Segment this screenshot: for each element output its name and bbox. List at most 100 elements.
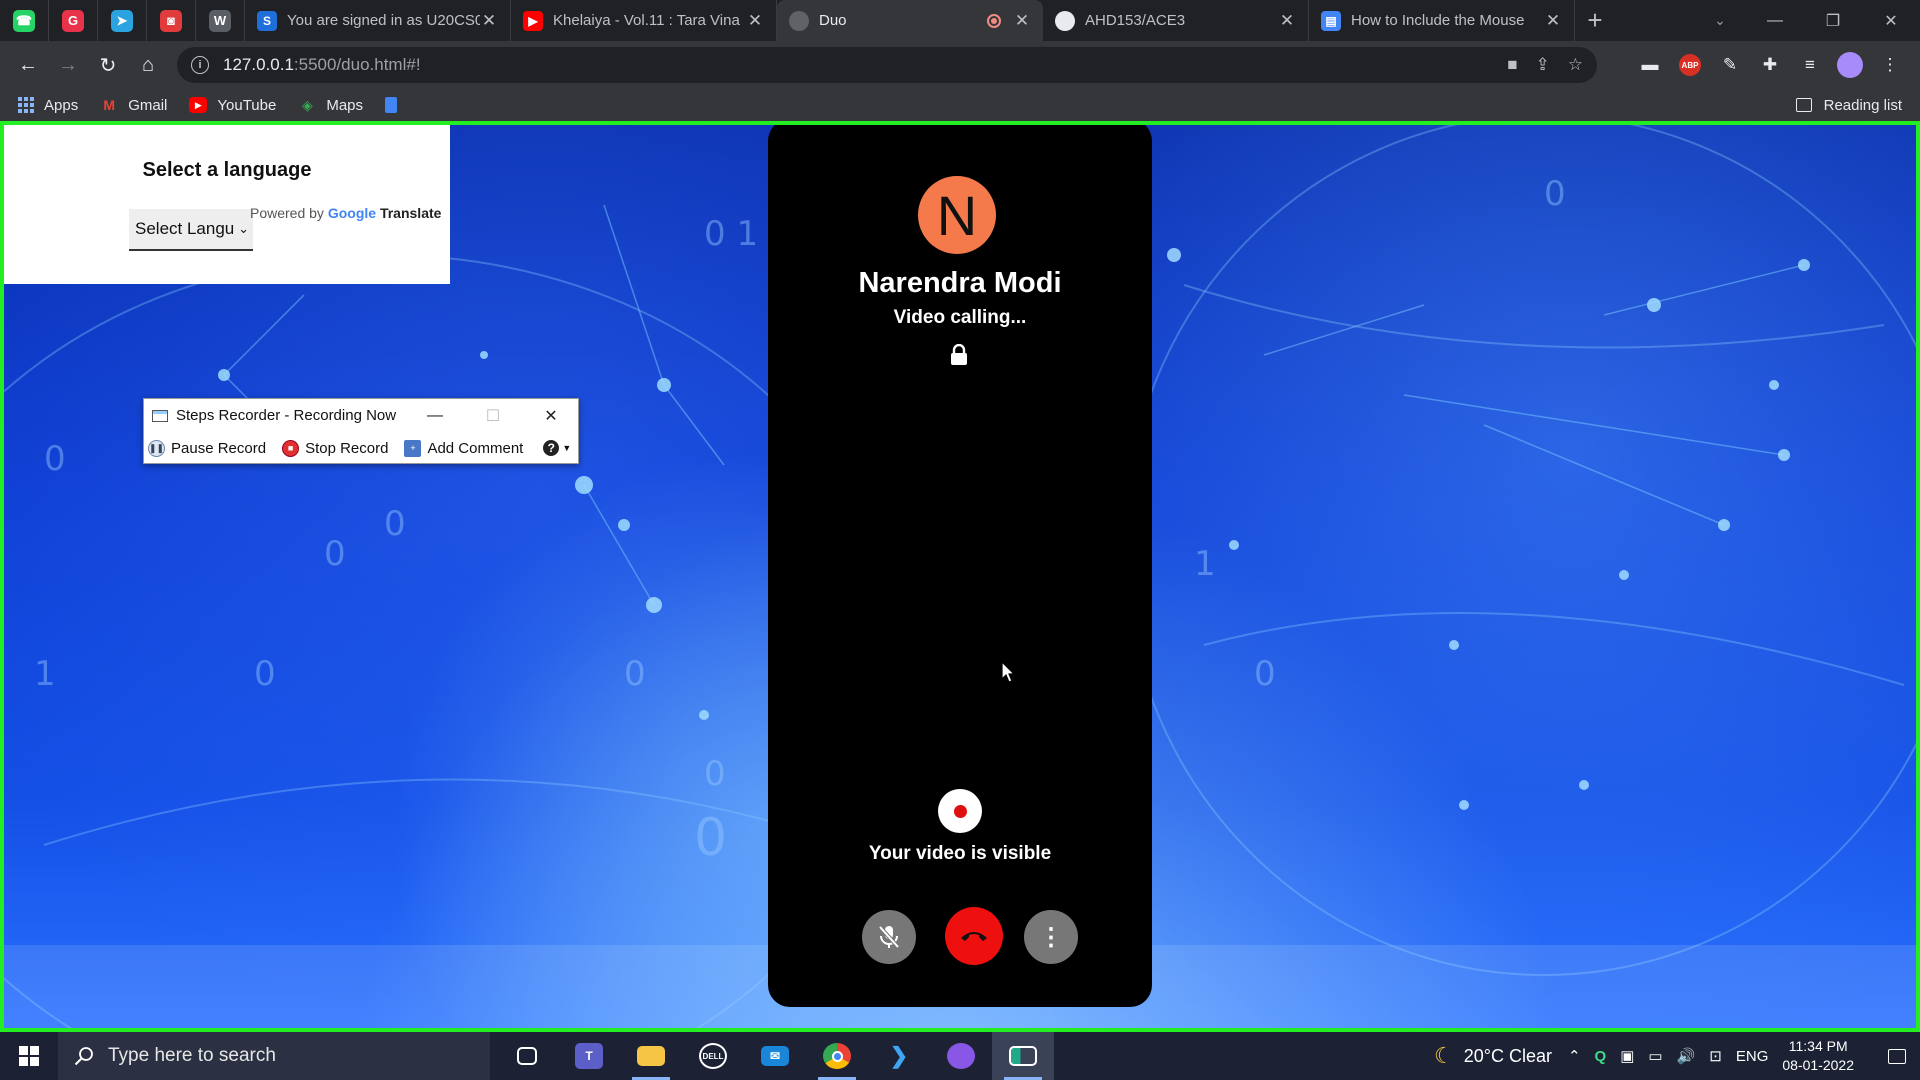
close-icon[interactable]: ✕: [746, 11, 764, 31]
bookmark-label: Gmail: [128, 96, 168, 114]
file-explorer-button[interactable]: [620, 1032, 682, 1080]
info-icon[interactable]: i: [191, 56, 209, 74]
steps-recorder-titlebar[interactable]: Steps Recorder - Recording Now — ☐ ✕: [144, 399, 578, 432]
search-icon: [74, 1047, 93, 1066]
translate-widget: Select a language Select Langu ⌄ Powered…: [4, 125, 450, 284]
teams-button[interactable]: T: [558, 1032, 620, 1080]
app-q-icon[interactable]: Q: [1595, 1048, 1607, 1065]
bookmark-maps[interactable]: ◈ Maps: [298, 97, 363, 114]
comment-icon: +: [404, 439, 422, 457]
menu-icon[interactable]: ⋮: [1870, 47, 1910, 83]
bookmark-doc[interactable]: [385, 97, 407, 113]
notification-button[interactable]: [1874, 1032, 1920, 1080]
start-button[interactable]: [0, 1032, 58, 1080]
video-visibility-status: Your video is visible: [868, 843, 1052, 864]
pinned-tab-grammarly[interactable]: G: [49, 0, 98, 41]
minimize-button[interactable]: —: [1746, 0, 1804, 41]
globe-icon: [789, 10, 809, 31]
pinned-tab-telegram[interactable]: ➤: [98, 0, 147, 41]
more-vertical-icon: ⋮: [1039, 923, 1063, 951]
pinned-tab-wordpress[interactable]: W: [196, 0, 245, 41]
forward-button[interactable]: →: [48, 45, 88, 85]
close-icon[interactable]: ✕: [1278, 11, 1296, 31]
stop-record-button[interactable]: ■ Stop Record: [282, 439, 388, 457]
share-icon[interactable]: ⇪: [1536, 55, 1550, 75]
adblock-icon[interactable]: ABP: [1670, 47, 1710, 83]
steps-close-button[interactable]: ✕: [528, 399, 574, 432]
clock-time: 11:34 PM: [1788, 1038, 1848, 1054]
weather-widget[interactable]: ☾ 20°C Clear: [1434, 1043, 1552, 1069]
tab-title: How to Include the Mouse: [1351, 12, 1525, 29]
close-window-button[interactable]: ✕: [1862, 0, 1920, 41]
pinned-tab-whatsapp[interactable]: ☎: [0, 0, 49, 41]
pause-record-button[interactable]: ❚❚ Pause Record: [148, 439, 267, 457]
battery-icon[interactable]: ▭: [1648, 1047, 1662, 1065]
puzzle-icon[interactable]: ✚: [1750, 47, 1790, 83]
app-icon: ◙: [160, 9, 182, 32]
address-bar[interactable]: i 127.0.0.1:5500/duo.html#! ■ ⇪ ☆: [177, 47, 1597, 83]
bookmark-gmail[interactable]: M Gmail: [100, 97, 167, 114]
end-call-button[interactable]: [945, 907, 1003, 965]
url-path: :5500/duo.html#!: [293, 55, 421, 74]
close-icon[interactable]: ✕: [1013, 11, 1031, 31]
steps-minimize-button[interactable]: —: [412, 399, 458, 432]
tab-signed-in[interactable]: S You are signed in as U20CS0 ✕: [245, 0, 511, 41]
close-icon[interactable]: ✕: [480, 11, 498, 31]
extension-pen-icon[interactable]: ✎: [1710, 47, 1750, 83]
camera-icon[interactable]: ■: [1507, 55, 1517, 75]
volume-icon[interactable]: 🔊: [1677, 1047, 1696, 1065]
close-icon[interactable]: ✕: [1544, 11, 1562, 31]
chrome-button[interactable]: [806, 1032, 868, 1080]
mail-button[interactable]: ✉: [744, 1032, 806, 1080]
clock[interactable]: 11:34 PM 08-01-2022: [1782, 1037, 1854, 1075]
tab-search-icon[interactable]: ⌄: [1705, 0, 1735, 41]
bookmark-youtube[interactable]: ▶ YouTube: [189, 97, 276, 114]
tab-title: You are signed in as U20CS0: [287, 12, 480, 29]
tab-duo[interactable]: Duo ✕: [777, 0, 1043, 41]
svg-text:1: 1: [1194, 544, 1216, 584]
vscode-button[interactable]: ❯: [868, 1032, 930, 1080]
mute-button[interactable]: [862, 910, 916, 964]
svg-text:1: 1: [34, 654, 56, 694]
reading-list[interactable]: Reading list: [1795, 89, 1902, 121]
meet-icon[interactable]: ▣: [1620, 1047, 1634, 1065]
recording-icon: [987, 13, 1001, 28]
bookmark-star-icon[interactable]: ☆: [1568, 55, 1583, 75]
task-view-button[interactable]: [496, 1032, 558, 1080]
github-desktop-button[interactable]: [930, 1032, 992, 1080]
tab-khelaiya[interactable]: ▶ Khelaiya - Vol.11 : Tara Vina ✕: [511, 0, 777, 41]
svg-text:0: 0: [1254, 654, 1276, 694]
more-options-button[interactable]: ⋮: [1024, 910, 1078, 964]
bookmark-apps[interactable]: Apps: [18, 97, 78, 114]
language-select[interactable]: Select Langu ⌄: [129, 209, 253, 251]
svg-text:0: 0: [694, 808, 727, 868]
media-control-icon[interactable]: ≡: [1790, 47, 1830, 83]
pinned-tab-app[interactable]: ◙: [147, 0, 196, 41]
pause-record-label: Pause Record: [171, 439, 267, 457]
reload-button[interactable]: ↻: [88, 45, 128, 85]
tab-mouse[interactable]: ▤ How to Include the Mouse ✕: [1309, 0, 1575, 41]
windows-taskbar: Type here to search T DELL ✉ ❯ ☾ 20°C Cl…: [0, 1032, 1920, 1080]
mail-icon: ✉: [761, 1046, 789, 1066]
network-icon[interactable]: ⊡: [1709, 1047, 1722, 1065]
document-icon: [385, 97, 398, 113]
help-icon[interactable]: ?: [543, 440, 560, 456]
restore-button[interactable]: ❐: [1804, 0, 1862, 41]
chevron-up-icon[interactable]: ⌃: [1568, 1047, 1581, 1065]
help-dropdown-icon[interactable]: ▼: [562, 443, 571, 453]
dell-button[interactable]: DELL: [682, 1032, 744, 1080]
back-button[interactable]: ←: [8, 45, 48, 85]
tab-github[interactable]: AHD153/ACE3 ✕: [1043, 0, 1309, 41]
profile-avatar[interactable]: [1830, 47, 1870, 83]
gmail-icon: M: [103, 97, 116, 113]
extension-icon[interactable]: ▬: [1630, 47, 1670, 83]
google-logo-text[interactable]: Google: [328, 205, 376, 221]
taskbar-search-box[interactable]: Type here to search: [58, 1032, 490, 1080]
new-tab-button[interactable]: +: [1575, 0, 1615, 41]
home-button[interactable]: ⌂: [128, 45, 168, 85]
svg-text:0: 0: [44, 439, 66, 479]
add-comment-button[interactable]: + Add Comment: [404, 439, 523, 457]
steps-recorder-taskbar-button[interactable]: [992, 1032, 1054, 1080]
input-language[interactable]: ENG: [1736, 1048, 1769, 1065]
steps-maximize-button[interactable]: ☐: [470, 399, 516, 432]
